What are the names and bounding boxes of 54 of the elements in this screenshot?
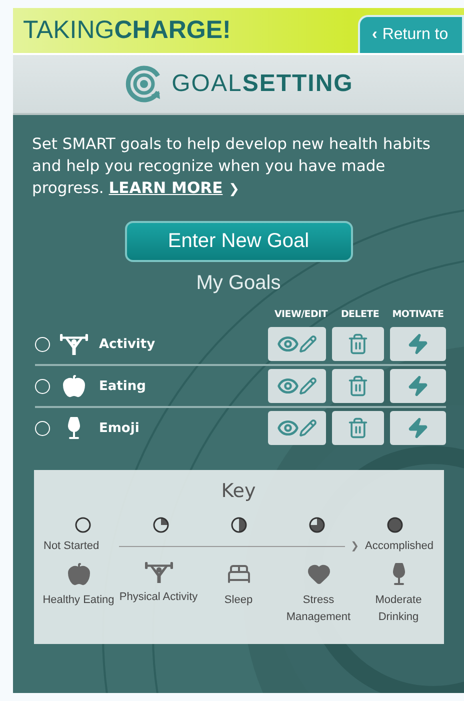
radio-button[interactable] <box>35 336 50 352</box>
view-edit-button[interactable] <box>268 327 326 361</box>
progress-pie-icon <box>308 516 326 534</box>
weightlifter-icon <box>60 334 88 354</box>
weightlifter-icon <box>144 562 172 583</box>
chevron-icon: ❯ <box>350 540 360 552</box>
column-header: VIEW/EDIT <box>273 309 329 320</box>
category-label: Moderate Drinking <box>374 593 423 625</box>
app-title: GOALSETTING <box>172 70 354 98</box>
column-header: DELETE <box>340 309 380 320</box>
motivate-button[interactable] <box>390 327 446 361</box>
pencil-icon <box>299 377 317 395</box>
progress-pie-icon <box>230 516 248 534</box>
lightning-icon <box>407 333 429 355</box>
view-edit-button[interactable] <box>268 369 326 403</box>
return-tab[interactable]: ‹ Return to <box>358 15 464 53</box>
delete-button[interactable] <box>332 411 384 445</box>
column-header: MOTIVATE <box>391 309 445 320</box>
progress-pie-icon <box>152 516 170 534</box>
radio-button[interactable] <box>35 420 50 436</box>
goal-name: Activity <box>99 336 156 352</box>
view-edit-button[interactable] <box>268 411 326 445</box>
lightning-icon <box>407 417 429 439</box>
radio-button[interactable] <box>35 378 50 394</box>
brand-logo: TAKINGCHARGE! <box>22 16 231 46</box>
trash-icon <box>347 375 369 397</box>
motivate-button[interactable] <box>390 369 446 403</box>
lightning-icon <box>407 375 429 397</box>
bed-icon <box>226 562 250 586</box>
goal-name: Emoji <box>99 420 140 436</box>
chevron-icon: ❯ <box>228 182 240 197</box>
pencil-icon <box>299 419 317 437</box>
apple-icon <box>62 374 86 398</box>
category-label: Healthy Eating <box>42 593 114 608</box>
enter-new-goal-button[interactable]: Enter New Goal <box>124 221 352 262</box>
key-title: Key <box>221 480 256 502</box>
trash-icon <box>347 417 369 439</box>
category-label: Sleep <box>224 593 253 608</box>
intro-text: Set SMART goals to help develop new health habits and help you recognize when you have made progress. LEARN MORE ❯ <box>31 134 432 199</box>
delete-button[interactable] <box>332 327 384 361</box>
delete-button[interactable] <box>332 369 384 403</box>
motivate-button[interactable] <box>390 411 446 445</box>
trash-icon <box>347 333 369 355</box>
category-label: Stress Management <box>285 593 352 625</box>
scale-start-label: Not Started <box>44 540 100 552</box>
progress-pie-icon <box>386 516 404 534</box>
learn-more-link[interactable]: LEARN MORE <box>108 179 223 197</box>
apple-icon <box>66 562 90 586</box>
progress-pie-icon <box>74 516 92 534</box>
goal-name: Eating <box>99 378 147 394</box>
category-label: Physical Activity <box>119 590 198 605</box>
pencil-icon <box>299 335 317 353</box>
section-title: My Goals <box>196 272 281 295</box>
scale-end-label: Accomplished <box>365 540 434 552</box>
